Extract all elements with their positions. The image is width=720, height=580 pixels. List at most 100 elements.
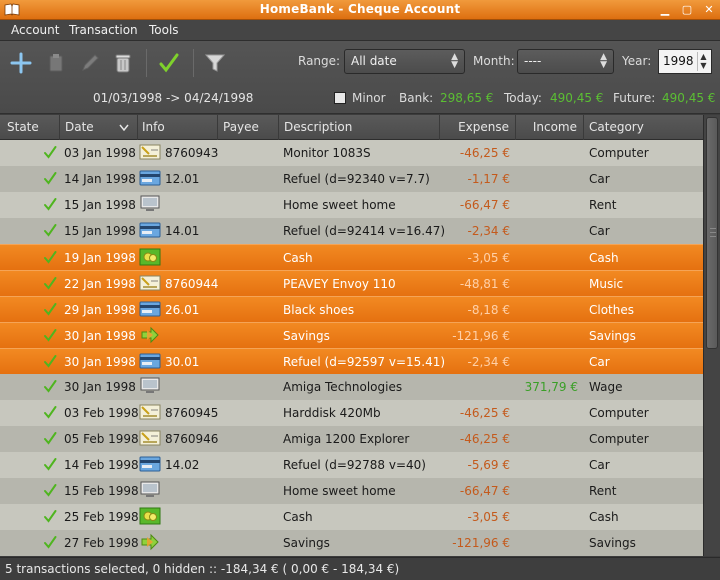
- table-row[interactable]: 30 Jan 1998 Savings -121,96 € Savings: [0, 322, 703, 348]
- bank-balance: 298,65 €: [440, 91, 494, 105]
- column-header-row: State Date Info Payee Description Expens…: [0, 115, 703, 140]
- column-header-description[interactable]: Description: [279, 115, 440, 140]
- reconciled-check-icon[interactable]: [43, 379, 57, 393]
- column-header-state[interactable]: State: [0, 115, 60, 140]
- add-icon[interactable]: [8, 50, 34, 76]
- reconciled-check-icon[interactable]: [43, 250, 57, 264]
- table-row[interactable]: 27 Feb 1998 Savings -121,96 € Savings: [0, 530, 703, 556]
- category-cell: Wage: [589, 380, 623, 394]
- reconciled-check-icon[interactable]: [43, 483, 57, 497]
- table-row[interactable]: 05 Feb 1998 8760946 Amiga 1200 Explorer -46…: [0, 426, 703, 452]
- menu-bar: Account Transaction Tools: [0, 20, 720, 41]
- transaction-list: 03 Jan 1998 8760943 Monitor 1083S -46,25 € C…: [0, 140, 703, 556]
- column-header-payee[interactable]: Payee: [218, 115, 279, 140]
- expense-cell: -8,18 €: [467, 303, 511, 317]
- reconciled-check-icon[interactable]: [43, 457, 57, 471]
- table-row[interactable]: 30 Jan 1998 Amiga Technologies 371,79 € Wag…: [0, 374, 703, 400]
- minor-label: Minor: [352, 91, 386, 105]
- paste-icon[interactable]: [43, 50, 69, 76]
- category-cell: Cash: [589, 510, 619, 524]
- menu-account[interactable]: Account: [11, 23, 59, 37]
- filter-funnel-icon[interactable]: [202, 50, 228, 76]
- reconciled-check-icon[interactable]: [43, 197, 57, 211]
- menu-tools[interactable]: Tools: [149, 23, 179, 37]
- edit-pencil-icon[interactable]: [77, 50, 103, 76]
- table-row[interactable]: 29 Jan 1998 26.01 Black shoes -8,18 € Clothe…: [0, 296, 703, 322]
- column-header-date[interactable]: Date: [60, 115, 138, 140]
- column-header-category[interactable]: Category: [584, 115, 703, 140]
- scrollbar-thumb[interactable]: [706, 117, 718, 349]
- category-cell: Music: [589, 277, 624, 291]
- future-label: Future:: [613, 91, 656, 105]
- table-row[interactable]: 03 Feb 1998 8760945 Harddisk 420Mb -46,25 €…: [0, 400, 703, 426]
- credit-card-icon: [139, 455, 161, 473]
- year-spinbox-value: 1998: [663, 54, 694, 68]
- table-row[interactable]: 19 Jan 1998 Cash -3,05 € Cash: [0, 244, 703, 270]
- reconcile-check-icon[interactable]: [156, 50, 182, 76]
- description-cell: Home sweet home: [283, 484, 396, 498]
- internal-transfer-icon: [139, 533, 161, 551]
- expense-cell: -46,25 €: [459, 432, 510, 446]
- table-row[interactable]: 25 Feb 1998 Cash -3,05 € Cash: [0, 504, 703, 530]
- reconciled-check-icon[interactable]: [43, 509, 57, 523]
- info-cell: 8760944: [165, 277, 219, 291]
- cash-icon: [139, 507, 161, 525]
- scrollbar-grip: [710, 232, 716, 233]
- column-header-expense[interactable]: Expense: [440, 115, 516, 140]
- date-cell: 30 Jan 1998: [64, 355, 136, 369]
- table-row[interactable]: 15 Jan 1998 14.01 Refuel (d=92414 v=16.47)…: [0, 218, 703, 244]
- range-select-value: All date: [351, 54, 397, 68]
- cheque-icon: [139, 429, 161, 447]
- year-label: Year:: [622, 54, 652, 68]
- reconciled-check-icon[interactable]: [43, 354, 57, 368]
- reconciled-check-icon[interactable]: [43, 145, 57, 159]
- reconciled-check-icon[interactable]: [43, 431, 57, 445]
- table-row[interactable]: 14 Jan 1998 12.01 Refuel (d=92340 v=7.7) -1…: [0, 166, 703, 192]
- info-cell: 8760943: [165, 146, 219, 160]
- minor-checkbox[interactable]: [334, 92, 346, 104]
- category-cell: Car: [589, 355, 610, 369]
- table-row[interactable]: 30 Jan 1998 30.01 Refuel (d=92597 v=15.41)…: [0, 348, 703, 374]
- delete-trash-icon[interactable]: [110, 50, 136, 76]
- table-row[interactable]: 15 Feb 1998 Home sweet home -66,47 € Rent: [0, 478, 703, 504]
- description-cell: Harddisk 420Mb: [283, 406, 381, 420]
- spin-arrows-icon[interactable]: ▲ ▼: [697, 52, 709, 71]
- credit-card-icon: [139, 169, 161, 187]
- reconciled-check-icon[interactable]: [43, 405, 57, 419]
- table-row[interactable]: 22 Jan 1998 8760944 PEAVEY Envoy 110 -48,81…: [0, 270, 703, 296]
- maximize-icon[interactable]: ▢: [680, 3, 694, 17]
- table-row[interactable]: 15 Jan 1998 Home sweet home -66,47 € Rent: [0, 192, 703, 218]
- credit-card-icon: [139, 352, 161, 370]
- reconciled-check-icon[interactable]: [43, 171, 57, 185]
- reconciled-check-icon[interactable]: [43, 223, 57, 237]
- cheque-icon: [139, 403, 161, 421]
- title-bar: HomeBank - Cheque Account ▁ ▢ ✕: [0, 0, 720, 20]
- reconciled-check-icon[interactable]: [43, 302, 57, 316]
- description-cell: Refuel (d=92340 v=7.7): [283, 172, 430, 186]
- vertical-scrollbar[interactable]: [703, 115, 720, 556]
- menu-transaction[interactable]: Transaction: [69, 23, 138, 37]
- close-icon[interactable]: ✕: [702, 3, 716, 17]
- reconciled-check-icon[interactable]: [43, 276, 57, 290]
- table-row[interactable]: 03 Jan 1998 8760943 Monitor 1083S -46,25 € C…: [0, 140, 703, 166]
- column-header-info[interactable]: Info: [138, 115, 218, 140]
- reconciled-check-icon[interactable]: [43, 328, 57, 342]
- reconciled-check-icon[interactable]: [43, 535, 57, 549]
- date-cell: 27 Feb 1998: [64, 536, 139, 550]
- category-cell: Car: [589, 224, 610, 238]
- month-select[interactable]: ---- ▲ ▼: [517, 49, 614, 74]
- year-spinbox[interactable]: 1998 ▲ ▼: [658, 49, 712, 74]
- transfer-screen-icon: [139, 481, 161, 499]
- column-header-income[interactable]: Income: [516, 115, 584, 140]
- cheque-icon: [139, 274, 161, 292]
- info-cell: 30.01: [165, 355, 200, 369]
- cash-icon: [139, 248, 161, 266]
- minimize-icon[interactable]: ▁: [658, 3, 672, 17]
- info-cell: 14.01: [165, 224, 200, 238]
- transfer-screen-icon: [139, 377, 161, 395]
- date-cell: 22 Jan 1998: [64, 277, 136, 291]
- table-row[interactable]: 14 Feb 1998 14.02 Refuel (d=92788 v=40) -5,…: [0, 452, 703, 478]
- category-cell: Cash: [589, 251, 619, 265]
- description-cell: Refuel (d=92597 v=15.41): [283, 355, 446, 369]
- range-select[interactable]: All date ▲ ▼: [344, 49, 465, 74]
